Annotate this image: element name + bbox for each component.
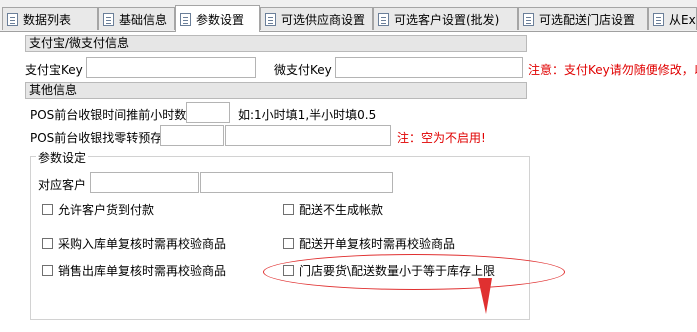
highlight-ellipse [263, 254, 565, 290]
tab-label: 可选配送门店设置 [539, 12, 636, 27]
document-icon [378, 12, 389, 26]
checkbox-box[interactable] [42, 204, 53, 215]
pos-change-note: 注：空为不启用! [397, 131, 486, 145]
tab-label: 数据列表 [23, 12, 72, 27]
other-info-section-header: 其他信息 [25, 82, 527, 99]
customer-code-input[interactable] [90, 172, 199, 193]
pos-change-code-input[interactable] [160, 125, 224, 146]
customer-name-input[interactable] [200, 172, 393, 193]
tab-label: 可选供应商设置 [281, 12, 366, 27]
checkbox-box[interactable] [283, 238, 294, 249]
tab-label: 基础信息 [119, 12, 168, 27]
document-icon [523, 12, 534, 26]
pos-change-name-input[interactable] [225, 125, 391, 146]
checkbox-label: 配送开单复核时需再校验商品 [299, 237, 456, 251]
delivery-order-recheck-checkbox[interactable]: 配送开单复核时需再校验商品 [283, 235, 455, 252]
document-icon [653, 12, 664, 26]
checkbox-label: 销售出库单复核时需再校验商品 [58, 264, 227, 278]
customer-label: 对应客户 [38, 178, 87, 192]
red-arrow-icon [478, 278, 492, 314]
pos-cutoff-hours-input[interactable] [186, 102, 230, 123]
tab-import-excel[interactable]: 从Ex [648, 7, 697, 30]
pos-cutoff-label: POS前台收银时间推前小时数 [30, 108, 187, 122]
purchase-receipt-recheck-checkbox[interactable]: 采购入库单复核时需再校验商品 [42, 235, 226, 252]
no-account-for-delivery-checkbox[interactable]: 配送不生成帐款 [283, 201, 383, 218]
checkbox-label: 配送不生成帐款 [299, 203, 384, 217]
document-icon [103, 12, 114, 26]
payment-section-header: 支付宝/微支付信息 [25, 35, 527, 52]
checkbox-box[interactable] [42, 238, 53, 249]
pos-change-label: POS前台收银找零转预存 [30, 131, 163, 145]
wechat-key-label: 微支付Key [274, 63, 332, 77]
checkbox-box[interactable] [283, 204, 294, 215]
checkbox-label: 允许客户货到付款 [58, 203, 155, 217]
alipay-key-label: 支付宝Key [25, 63, 83, 77]
checkbox-box[interactable] [42, 265, 53, 276]
document-icon [180, 12, 191, 26]
checkbox-label: 采购入库单复核时需再校验商品 [58, 237, 227, 251]
document-icon [265, 12, 276, 26]
allow-customer-pay-on-delivery-checkbox[interactable]: 允许客户货到付款 [42, 201, 154, 218]
document-icon [7, 12, 18, 26]
tab-customer-settings[interactable]: 可选客户设置(批发) [373, 7, 518, 30]
pos-cutoff-hint: 如:1小时填1,半小时填0.5 [238, 108, 377, 122]
tab-bar: 数据列表 基础信息 参数设置 可选供应商设置 可选客户设置(批发) 可选配送门店… [0, 0, 697, 32]
tab-supplier-settings[interactable]: 可选供应商设置 [260, 7, 373, 30]
sales-outbound-recheck-checkbox[interactable]: 销售出库单复核时需再校验商品 [42, 262, 226, 279]
tab-basic-info[interactable]: 基础信息 [98, 7, 175, 30]
parameter-group-title: 参数设定 [36, 149, 89, 166]
tab-label: 可选客户设置(批发) [394, 12, 500, 27]
tab-label: 从Ex [669, 12, 696, 27]
payment-key-warning: 注意：支付Key请勿随便修改，以 [528, 63, 697, 77]
tab-label: 参数设置 [196, 12, 245, 27]
wechat-key-input[interactable] [335, 57, 523, 78]
tab-delivery-store-settings[interactable]: 可选配送门店设置 [518, 7, 648, 30]
tab-data-list[interactable]: 数据列表 [2, 7, 98, 30]
tab-parameter-settings[interactable]: 参数设置 [175, 5, 260, 32]
alipay-key-input[interactable] [86, 57, 256, 78]
